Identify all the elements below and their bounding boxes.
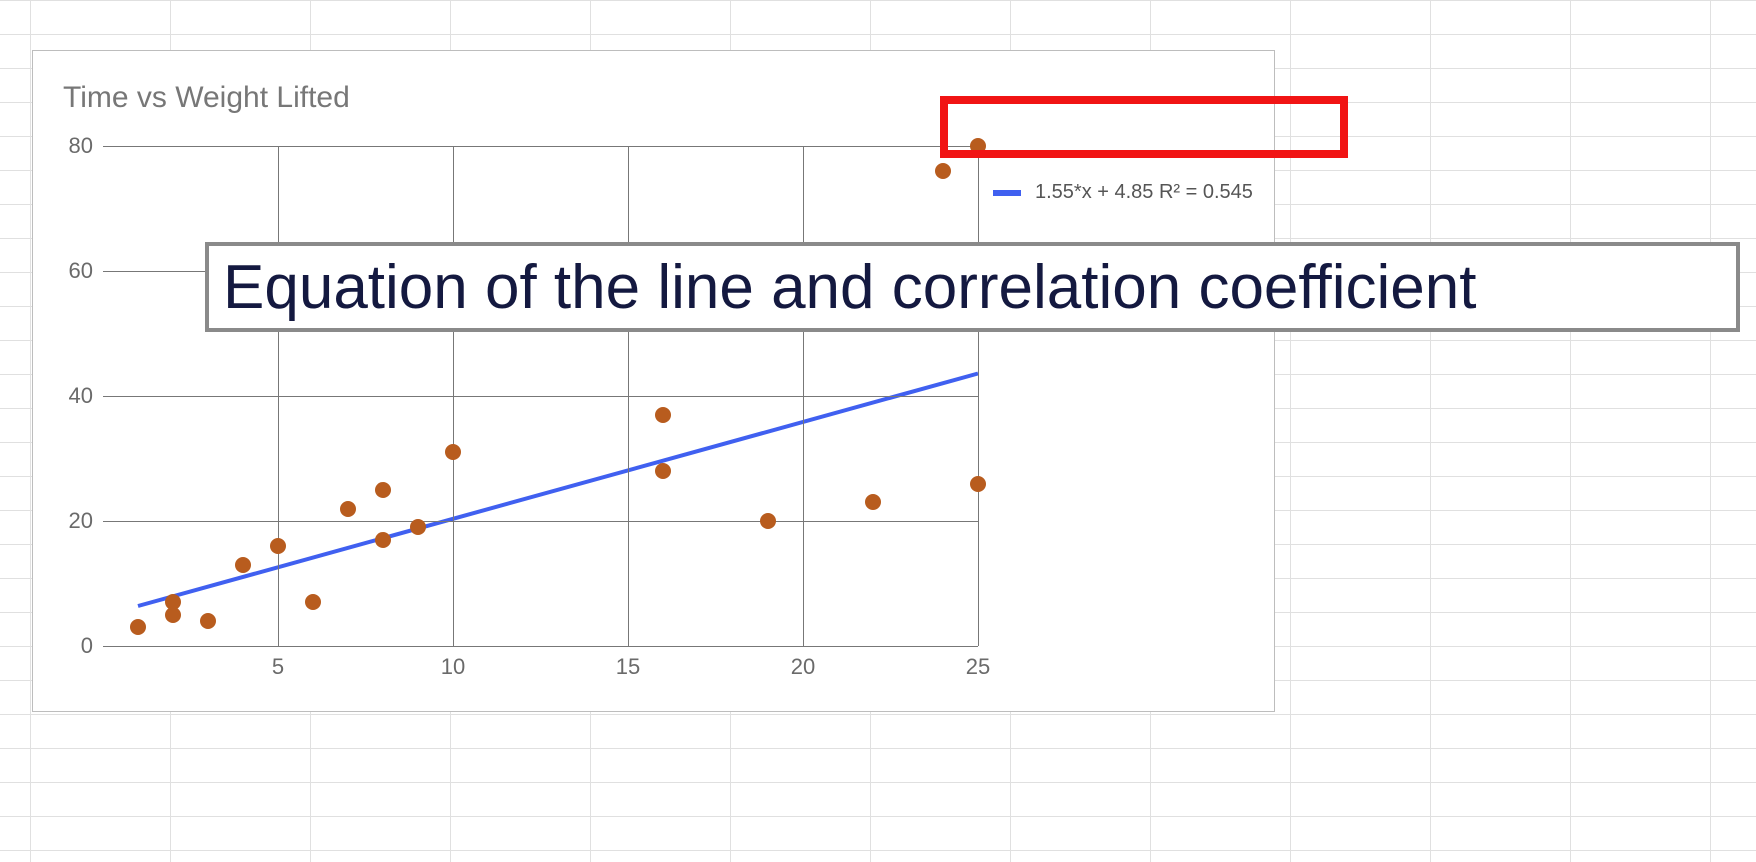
data-point[interactable]: [410, 519, 426, 535]
x-tick-label: 20: [791, 646, 815, 680]
x-tick-label: 5: [272, 646, 284, 680]
y-tick-label: 60: [69, 258, 103, 284]
gridline-h: [103, 396, 978, 397]
data-point[interactable]: [655, 407, 671, 423]
x-tick-label: 15: [616, 646, 640, 680]
gridline-h: [103, 646, 978, 647]
legend-text: 1.55*x + 4.85 R² = 0.545: [1035, 181, 1253, 204]
gridline-v: [278, 146, 279, 646]
data-point[interactable]: [200, 613, 216, 629]
chart-title: Time vs Weight Lifted: [63, 81, 350, 115]
y-tick-label: 40: [69, 383, 103, 409]
y-tick-label: 20: [69, 508, 103, 534]
data-point[interactable]: [375, 482, 391, 498]
data-point[interactable]: [130, 619, 146, 635]
red-highlight-box: [940, 96, 1348, 158]
data-point[interactable]: [375, 532, 391, 548]
data-point[interactable]: [235, 557, 251, 573]
data-point[interactable]: [165, 594, 181, 610]
gridline-v: [978, 146, 979, 646]
data-point[interactable]: [340, 501, 356, 517]
gridline-h: [103, 521, 978, 522]
data-point[interactable]: [970, 476, 986, 492]
gridline-v: [803, 146, 804, 646]
data-point[interactable]: [305, 594, 321, 610]
x-tick-label: 10: [441, 646, 465, 680]
annotation-callout[interactable]: Equation of the line and correlation coe…: [205, 242, 1740, 332]
gridline-v: [453, 146, 454, 646]
data-point[interactable]: [655, 463, 671, 479]
annotation-text: Equation of the line and correlation coe…: [223, 252, 1476, 323]
plot-area: 020406080510152025: [103, 146, 978, 646]
legend-swatch: [993, 190, 1021, 196]
gridline-v: [628, 146, 629, 646]
x-tick-label: 25: [966, 646, 990, 680]
data-point[interactable]: [270, 538, 286, 554]
y-tick-label: 80: [69, 133, 103, 159]
data-point[interactable]: [445, 444, 461, 460]
data-point[interactable]: [935, 163, 951, 179]
trendline-legend[interactable]: 1.55*x + 4.85 R² = 0.545: [993, 181, 1253, 204]
gridline-h: [103, 146, 978, 147]
data-point[interactable]: [760, 513, 776, 529]
y-tick-label: 0: [81, 633, 103, 659]
data-point[interactable]: [865, 494, 881, 510]
